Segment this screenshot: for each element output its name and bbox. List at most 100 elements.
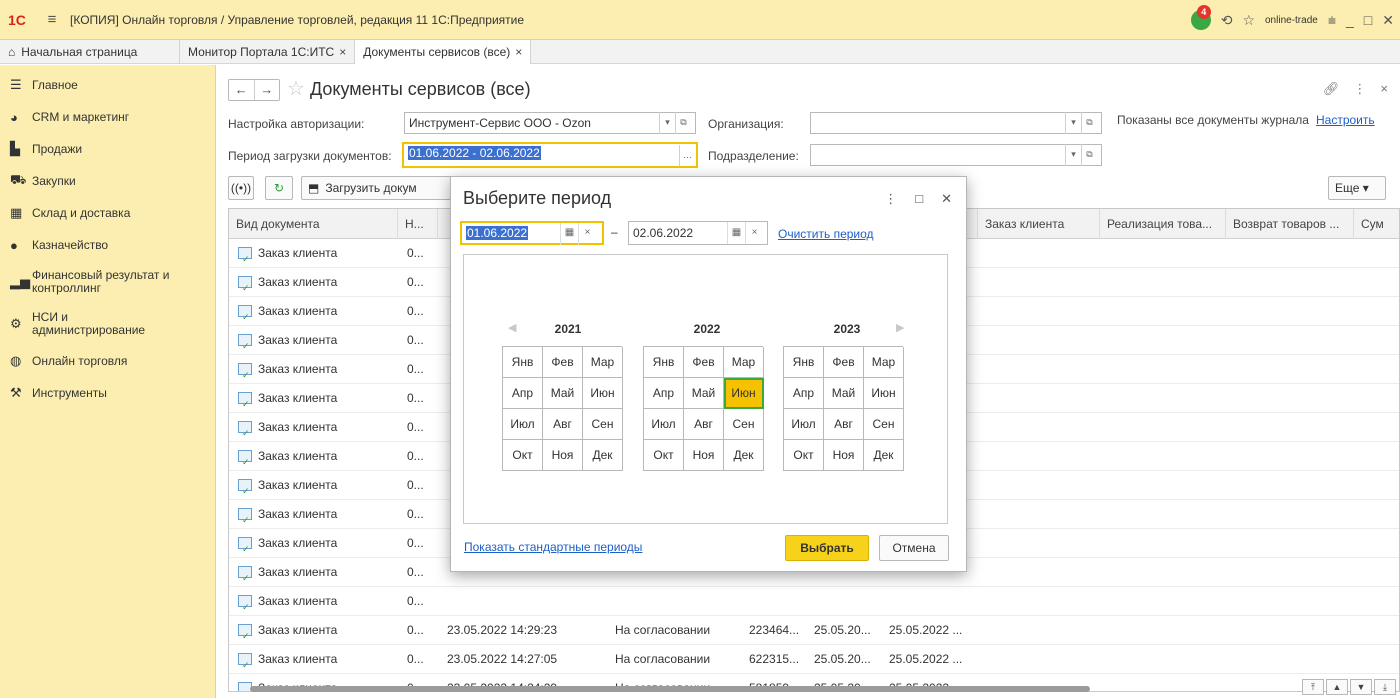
month-cell[interactable]: Ноя bbox=[684, 440, 724, 471]
month-cell[interactable]: Янв bbox=[503, 347, 543, 378]
calendar-icon[interactable]: ▦ bbox=[560, 223, 578, 245]
col-sales[interactable]: Реализация това... bbox=[1100, 209, 1226, 239]
horizontal-scrollbar[interactable] bbox=[228, 684, 1278, 692]
month-cell[interactable]: Июн bbox=[724, 378, 764, 409]
table-row[interactable]: Заказ клиента 0... 23.05.2022 14:29:23 На с… bbox=[229, 616, 1399, 645]
month-cell[interactable]: Фев bbox=[824, 347, 864, 378]
month-cell[interactable]: Фев bbox=[543, 347, 583, 378]
history-icon[interactable]: ⟲ bbox=[1221, 12, 1233, 29]
table-row[interactable]: Заказ клиента 0... 23.05.2022 14:27:05 На с… bbox=[229, 645, 1399, 674]
open-icon[interactable]: ⧉ bbox=[1081, 144, 1097, 166]
month-cell[interactable]: Май bbox=[824, 378, 864, 409]
month-cell[interactable]: Июл bbox=[503, 409, 543, 440]
month-cell[interactable]: Май bbox=[543, 378, 583, 409]
month-cell[interactable]: Мар bbox=[583, 347, 623, 378]
month-cell[interactable]: Окт bbox=[503, 440, 543, 471]
close-dialog-icon[interactable]: ✕ bbox=[941, 191, 952, 207]
configure-link[interactable]: Настроить bbox=[1316, 113, 1375, 127]
month-cell[interactable]: Ноя bbox=[543, 440, 583, 471]
col-number[interactable]: Н... bbox=[398, 209, 438, 239]
month-cell[interactable]: Июл bbox=[644, 409, 684, 440]
maximize-icon[interactable]: □ bbox=[915, 191, 923, 207]
dropdown-icon[interactable]: ▾ bbox=[659, 112, 675, 134]
month-cell[interactable]: Июн bbox=[864, 378, 904, 409]
main-menu-icon[interactable]: ≡ bbox=[38, 11, 66, 28]
table-row[interactable]: Заказ клиента 0... bbox=[229, 587, 1399, 616]
notifications-icon[interactable]: 4 bbox=[1190, 5, 1211, 30]
more-vert-icon[interactable]: ⋮ bbox=[1353, 81, 1366, 97]
sidebar-item-main[interactable]: ☰ Главное bbox=[0, 69, 215, 101]
close-tab-icon[interactable]: × bbox=[339, 45, 346, 59]
month-cell[interactable]: Апр bbox=[784, 378, 824, 409]
tab-its-monitor[interactable]: Монитор Портала 1С:ИТС × bbox=[180, 40, 356, 64]
clear-icon[interactable]: × bbox=[578, 223, 596, 245]
period-select-button[interactable]: … bbox=[679, 145, 695, 167]
link-icon[interactable]: 🔗︎ bbox=[1323, 81, 1340, 97]
month-cell[interactable]: Авг bbox=[684, 409, 724, 440]
broadcast-button[interactable]: ((•)) bbox=[228, 176, 254, 200]
show-standard-periods-link[interactable]: Показать стандартные периоды bbox=[464, 540, 642, 554]
open-icon[interactable]: ⧉ bbox=[675, 112, 691, 134]
col-returns[interactable]: Возврат товаров ... bbox=[1226, 209, 1354, 239]
sidebar-item-finance[interactable]: ▂▅ Финансовый результат и контроллинг bbox=[0, 261, 215, 303]
favorite-star-icon[interactable]: ☆ bbox=[287, 76, 305, 101]
tab-home[interactable]: ⌂ Начальная страница bbox=[0, 40, 180, 64]
select-button[interactable]: Выбрать bbox=[785, 535, 869, 561]
month-cell[interactable]: Сен bbox=[864, 409, 904, 440]
maximize-icon[interactable]: □ bbox=[1364, 12, 1372, 28]
scroll-up-icon[interactable]: ▲ bbox=[1326, 679, 1348, 695]
month-cell[interactable]: Сен bbox=[724, 409, 764, 440]
minimize-icon[interactable]: _ bbox=[1346, 12, 1354, 28]
scroll-thumb[interactable] bbox=[250, 686, 1090, 692]
favorites-star-icon[interactable]: ☆ bbox=[1242, 12, 1255, 29]
more-button[interactable]: Еще ▾ bbox=[1328, 176, 1386, 200]
month-cell[interactable]: Июн bbox=[583, 378, 623, 409]
month-cell[interactable]: Июл bbox=[784, 409, 824, 440]
date-from-input[interactable]: 01.06.2022 ▦ × bbox=[460, 221, 604, 245]
col-customer-order[interactable]: Заказ клиента bbox=[978, 209, 1100, 239]
clear-icon[interactable]: × bbox=[745, 222, 763, 244]
sidebar-item-tools[interactable]: ⚒ Инструменты bbox=[0, 377, 215, 409]
sidebar-item-online-trade[interactable]: ◍ Онлайн торговля bbox=[0, 345, 215, 377]
scroll-top-icon[interactable]: ⤒ bbox=[1302, 679, 1324, 695]
sidebar-item-purchases[interactable]: ⛟ Закупки bbox=[0, 165, 215, 197]
month-cell[interactable]: Фев bbox=[684, 347, 724, 378]
calendar-icon[interactable]: ▦ bbox=[727, 222, 745, 244]
month-cell[interactable]: Сен bbox=[583, 409, 623, 440]
org-select[interactable]: ▾ ⧉ bbox=[810, 112, 1102, 134]
forward-arrow-icon[interactable]: → bbox=[255, 80, 280, 100]
month-cell[interactable]: Окт bbox=[644, 440, 684, 471]
month-cell[interactable]: Ноя bbox=[824, 440, 864, 471]
sidebar-item-warehouse[interactable]: ▦ Склад и доставка bbox=[0, 197, 215, 229]
back-arrow-icon[interactable]: ← bbox=[229, 80, 255, 100]
month-cell[interactable]: Дек bbox=[864, 440, 904, 471]
month-cell[interactable]: Мар bbox=[864, 347, 904, 378]
month-cell[interactable]: Янв bbox=[644, 347, 684, 378]
col-doc-type[interactable]: Вид документа bbox=[229, 209, 398, 239]
current-user[interactable]: online-trade bbox=[1265, 15, 1318, 26]
month-cell[interactable]: Мар bbox=[724, 347, 764, 378]
sidebar-item-sales[interactable]: ▙ Продажи bbox=[0, 133, 215, 165]
month-cell[interactable]: Окт bbox=[784, 440, 824, 471]
month-cell[interactable]: Дек bbox=[583, 440, 623, 471]
close-form-icon[interactable]: × bbox=[1380, 81, 1388, 97]
sidebar-item-admin[interactable]: ⚙ НСИ и администрирование bbox=[0, 303, 215, 345]
month-cell[interactable]: Май bbox=[684, 378, 724, 409]
dropdown-icon[interactable]: ▾ bbox=[1065, 112, 1081, 134]
close-tab-icon[interactable]: × bbox=[515, 45, 522, 59]
cancel-button[interactable]: Отмена bbox=[879, 535, 949, 561]
dropdown-icon[interactable]: ▾ bbox=[1065, 144, 1081, 166]
month-cell[interactable]: Апр bbox=[644, 378, 684, 409]
auth-select[interactable]: Инструмент-Сервис ООО - Ozon ▾ ⧉ bbox=[404, 112, 696, 134]
app-logo[interactable]: 1С bbox=[8, 12, 38, 28]
month-cell[interactable]: Авг bbox=[824, 409, 864, 440]
dept-select[interactable]: ▾ ⧉ bbox=[810, 144, 1102, 166]
month-cell[interactable]: Янв bbox=[784, 347, 824, 378]
settings-menu-icon[interactable]: ⩧ bbox=[1328, 12, 1336, 29]
more-vert-icon[interactable]: ⋮ bbox=[884, 191, 897, 207]
date-to-input[interactable]: 02.06.2022 ▦ × bbox=[628, 221, 768, 245]
col-sum[interactable]: Сум bbox=[1354, 209, 1399, 239]
scroll-bottom-icon[interactable]: ⤓ bbox=[1374, 679, 1396, 695]
period-input[interactable]: 01.06.2022 - 02.06.2022 … bbox=[402, 142, 698, 168]
load-documents-button[interactable]: ⬒ Загрузить докум bbox=[301, 176, 451, 200]
